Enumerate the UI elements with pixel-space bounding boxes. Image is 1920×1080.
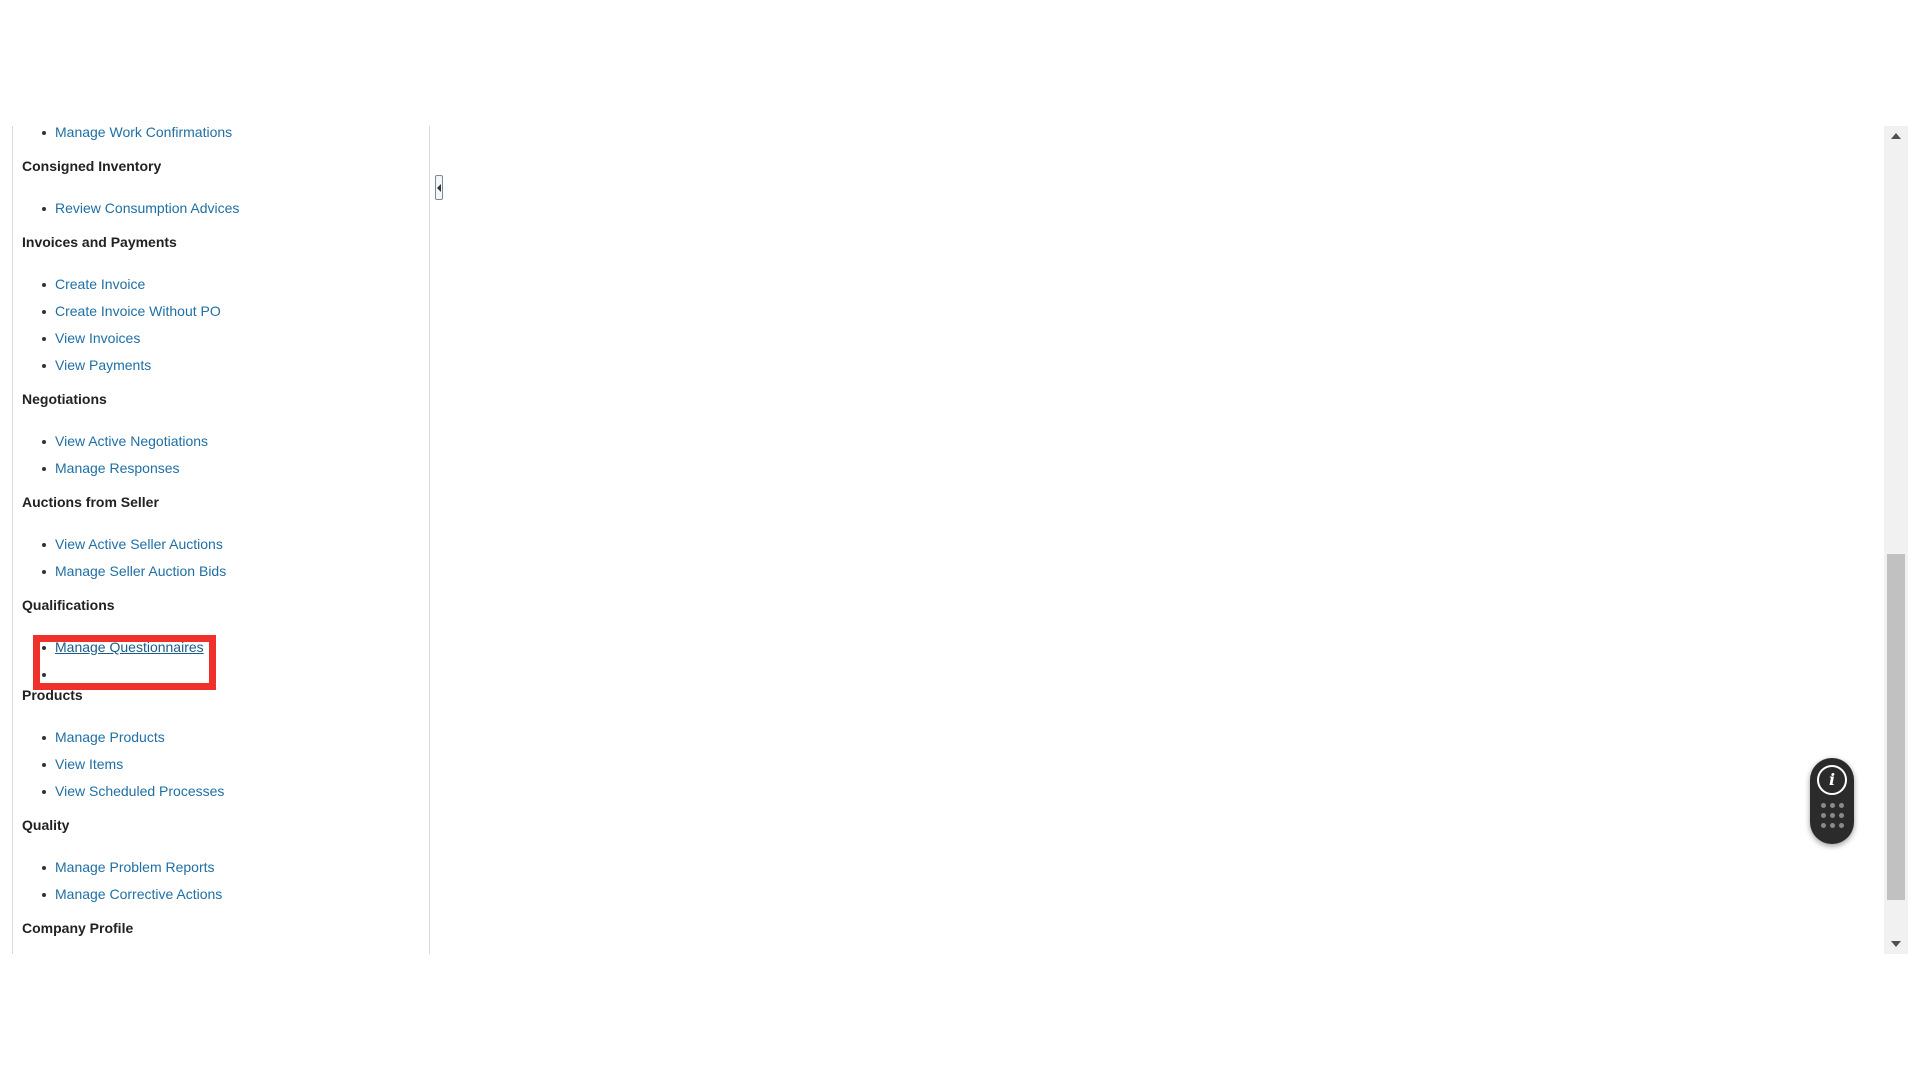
list-item: Manage Corrective Actions	[13, 881, 429, 908]
info-icon[interactable]: i	[1817, 765, 1847, 795]
link-review-consumption-advices[interactable]: Review Consumption Advices	[55, 200, 239, 216]
list-item: Create Invoice	[13, 271, 429, 298]
vertical-scrollbar[interactable]	[1884, 126, 1908, 954]
list-item: View Scheduled Processes	[13, 778, 429, 805]
link-list: View Active Seller Auctions Manage Selle…	[13, 531, 429, 585]
section-title: Consigned Inventory	[22, 158, 162, 174]
list-item: Manage Work Confirmations	[13, 126, 429, 146]
list-item: Manage Questionnaires	[13, 634, 429, 661]
list-item: View Active Seller Auctions	[13, 531, 429, 558]
section-title: Company Profile	[22, 920, 134, 936]
scroll-down-arrow-icon[interactable]	[1884, 934, 1908, 954]
section-consigned-inventory: Consigned Inventory Review Consumption A…	[13, 157, 429, 222]
list-item: View Invoices	[13, 325, 429, 352]
section-auctions-from-seller: Auctions from Seller View Active Seller …	[13, 493, 429, 585]
collapse-panel-handle[interactable]	[435, 175, 443, 200]
list-item: Manage Problem Reports	[13, 854, 429, 881]
link-create-invoice[interactable]: Create Invoice	[55, 276, 145, 292]
link-view-scheduled-processes[interactable]: View Scheduled Processes	[55, 783, 224, 799]
section-title: Qualifications	[22, 597, 115, 613]
section-company-profile: Company Profile	[13, 919, 429, 937]
section-title: Negotiations	[22, 391, 107, 407]
list-item: Review Consumption Advices	[13, 195, 429, 222]
section-title: Quality	[22, 817, 70, 833]
link-view-active-seller-auctions[interactable]: View Active Seller Auctions	[55, 536, 223, 552]
link-manage-questionnaires[interactable]: Manage Questionnaires	[55, 639, 204, 655]
section-qualifications: Qualifications Manage Questionnaires	[13, 596, 429, 677]
section-invoices-and-payments: Invoices and Payments Create Invoice Cre…	[13, 233, 429, 379]
scroll-up-arrow-icon[interactable]	[1884, 126, 1908, 146]
section-products: Products Manage Products View Items View…	[13, 686, 429, 805]
list-item: Create Invoice Without PO	[13, 298, 429, 325]
section-negotiations: Negotiations View Active Negotiations Ma…	[13, 390, 429, 482]
section-quality: Quality Manage Problem Reports Manage Co…	[13, 816, 429, 908]
scroll-thumb[interactable]	[1887, 554, 1905, 900]
list-item: Manage Products	[13, 724, 429, 751]
list-item: View Active Negotiations	[13, 428, 429, 455]
link-manage-seller-auction-bids[interactable]: Manage Seller Auction Bids	[55, 563, 226, 579]
link-view-payments[interactable]: View Payments	[55, 357, 151, 373]
link-list: Manage Problem Reports Manage Corrective…	[13, 854, 429, 908]
link-view-active-negotiations[interactable]: View Active Negotiations	[55, 433, 208, 449]
list-item: View Payments	[13, 352, 429, 379]
help-widget[interactable]: i	[1810, 758, 1854, 844]
section-title: Invoices and Payments	[22, 234, 177, 250]
link-manage-problem-reports[interactable]: Manage Problem Reports	[55, 859, 215, 875]
link-view-items[interactable]: View Items	[55, 756, 123, 772]
link-create-invoice-without-po[interactable]: Create Invoice Without PO	[55, 303, 221, 319]
tasks-panel-content: Manage Work Confirmations Consigned Inve…	[13, 126, 429, 937]
link-list: Manage Products View Items View Schedule…	[13, 724, 429, 805]
link-list: View Active Negotiations Manage Response…	[13, 428, 429, 482]
grid-dots-icon[interactable]	[1821, 803, 1845, 831]
tasks-panel: Manage Work Confirmations Consigned Inve…	[12, 126, 430, 954]
list-item: View Items	[13, 751, 429, 778]
list-item	[13, 661, 429, 677]
link-list: Create Invoice Create Invoice Without PO…	[13, 271, 429, 379]
main-frame: Manage Work Confirmations Consigned Inve…	[12, 126, 1908, 954]
link-manage-corrective-actions[interactable]: Manage Corrective Actions	[55, 886, 222, 902]
link-list: Manage Questionnaires	[13, 634, 429, 677]
link-manage-responses[interactable]: Manage Responses	[55, 460, 180, 476]
list-item: Manage Responses	[13, 455, 429, 482]
link-manage-products[interactable]: Manage Products	[55, 729, 165, 745]
link-manage-work-confirmations[interactable]: Manage Work Confirmations	[55, 126, 232, 140]
link-list: Review Consumption Advices	[13, 195, 429, 222]
top-link-list: Manage Work Confirmations	[13, 126, 429, 146]
list-item: Manage Seller Auction Bids	[13, 558, 429, 585]
section-title: Products	[22, 687, 83, 703]
link-view-invoices[interactable]: View Invoices	[55, 330, 140, 346]
section-title: Auctions from Seller	[22, 494, 159, 510]
